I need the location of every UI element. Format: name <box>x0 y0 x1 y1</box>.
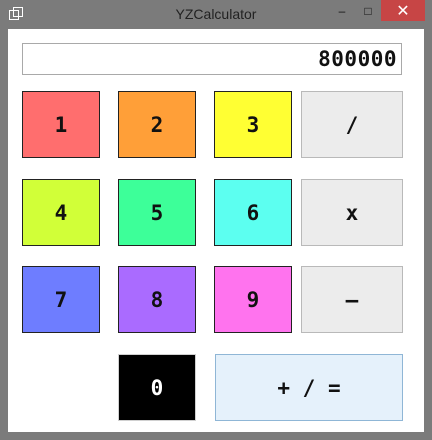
digit-0-button[interactable]: 0 <box>118 354 196 421</box>
digit-9-button[interactable]: 9 <box>214 266 292 333</box>
digit-2-button[interactable]: 2 <box>118 91 196 158</box>
digit-3-button[interactable]: 3 <box>214 91 292 158</box>
digit-6-button[interactable]: 6 <box>214 179 292 246</box>
digit-5-button[interactable]: 5 <box>118 179 196 246</box>
subtract-button[interactable]: – <box>301 266 403 333</box>
multiply-button[interactable]: x <box>301 179 403 246</box>
minimize-button[interactable]: – <box>330 0 354 21</box>
digit-7-button[interactable]: 7 <box>22 266 100 333</box>
divide-button[interactable]: / <box>301 91 403 158</box>
digit-1-button[interactable]: 1 <box>22 91 100 158</box>
add-equals-button[interactable]: + / = <box>215 354 403 421</box>
digit-4-button[interactable]: 4 <box>22 179 100 246</box>
result-display-text: 800000 <box>318 47 397 71</box>
calculator-body: 800000 1 2 3 / 4 5 6 x 7 8 9 – 0 + / = <box>8 29 424 432</box>
maximize-button[interactable]: □ <box>356 0 380 21</box>
title-bar[interactable]: YZCalculator – □ ✕ <box>0 0 432 28</box>
digit-8-button[interactable]: 8 <box>118 266 196 333</box>
calculator-window: YZCalculator – □ ✕ 800000 1 2 3 / 4 5 6 … <box>0 0 432 440</box>
result-display[interactable]: 800000 <box>22 43 402 75</box>
close-button[interactable]: ✕ <box>381 0 425 21</box>
